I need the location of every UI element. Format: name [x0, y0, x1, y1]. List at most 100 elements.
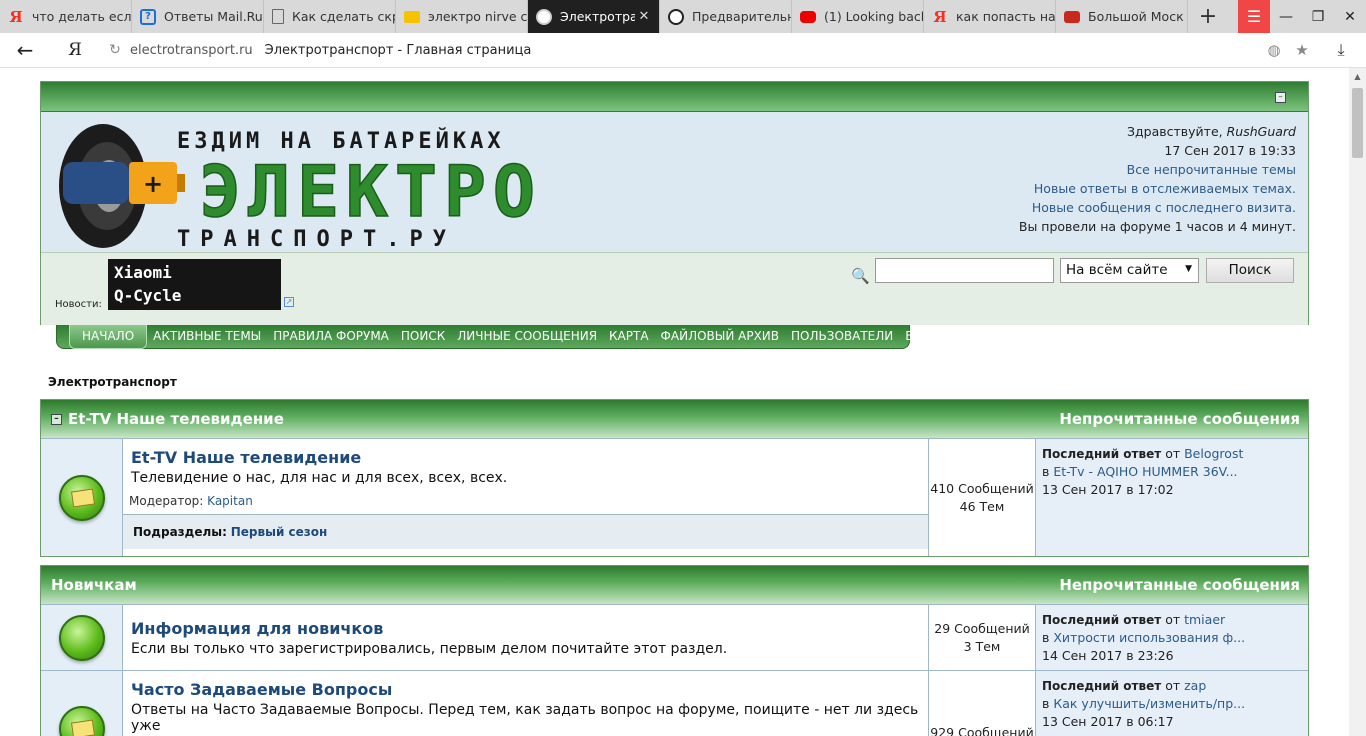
link-unread-topics[interactable]: Все непрочитанные темы — [1127, 162, 1296, 177]
forum-name[interactable]: Et-TV Наше телевидение — [123, 439, 928, 467]
forum-row: Часто Задаваемые Вопросы Ответы на Часто… — [41, 670, 1308, 736]
browser-tab[interactable]: ? Ответы Mail.Ru: — [132, 0, 264, 33]
category-header: Новичкам Непрочитанные сообщения — [41, 566, 1308, 604]
nav-map[interactable]: КАРТА — [603, 325, 655, 349]
soccer-ball-icon — [536, 8, 552, 25]
last-post-topic[interactable]: Хитрости использования ф... — [1053, 630, 1245, 645]
star-icon[interactable]: ★ — [1288, 41, 1316, 59]
forum-header: – + ЕЗДИМ НА БАТАРЕЙКАХ ЭЛЕКТРО ТРАНСПОР… — [40, 81, 1309, 325]
yandex-icon: Я — [933, 7, 947, 26]
window-controls: ☰ — ❐ ✕ — [1238, 0, 1366, 33]
scroll-up-icon[interactable]: ▲ — [1349, 68, 1366, 85]
document-icon — [272, 9, 284, 24]
post-count: 929 Сообщений — [930, 725, 1034, 736]
last-post-topic[interactable]: Et-Tv - AQIHO HUMMER 36V... — [1053, 464, 1237, 479]
site-logo[interactable]: + ЕЗДИМ НА БАТАРЕЙКАХ ЭЛЕКТРО ТРАНСПОРТ.… — [55, 120, 545, 250]
reload-icon[interactable]: ↻ — [100, 42, 130, 58]
download-icon[interactable]: ⤓ — [1316, 40, 1366, 60]
search-icon: 🔍 — [851, 267, 870, 285]
nav-logout[interactable]: ВЫХОД — [899, 325, 957, 349]
forum-status-new-icon — [58, 705, 105, 736]
category-et-tv: – Et-TV Наше телевидение Непрочитанные со… — [40, 399, 1309, 557]
forum-status-new-icon — [58, 474, 105, 521]
protect-icon[interactable]: ◍ — [1260, 41, 1288, 59]
user-info: Здравствуйте, RushGuard 17 Сен 2017 в 19… — [1019, 122, 1296, 236]
nav-rules[interactable]: ПРАВИЛА ФОРУМА — [267, 325, 395, 349]
link-watched-replies[interactable]: Новые ответы в отслеживаемых темах. — [1034, 181, 1296, 196]
browser-tab[interactable]: Как сделать скр — [264, 0, 396, 33]
unread-messages-link[interactable]: Непрочитанные сообщения — [1059, 576, 1300, 594]
nav-home[interactable]: НАЧАЛО — [69, 324, 148, 349]
current-datetime: 17 Сен 2017 в 19:33 — [1164, 143, 1296, 158]
search-scope-select[interactable]: На всём сайте ▼ — [1060, 258, 1199, 283]
folder-icon — [404, 10, 420, 23]
search-input[interactable] — [875, 258, 1054, 283]
greeting: Здравствуйте, — [1127, 124, 1223, 139]
collapse-icon[interactable]: – — [51, 413, 62, 425]
chevron-down-icon: ▼ — [1185, 264, 1192, 274]
last-post: Последний ответ от Belogrost в Et-Tv - A… — [1036, 439, 1308, 556]
yandex-icon: Я — [9, 7, 23, 26]
browser-tab[interactable]: (1) Looking back — [792, 0, 924, 33]
yandex-icon[interactable]: Я — [50, 40, 100, 60]
moderator-link[interactable]: Kapitan — [207, 494, 253, 508]
restore-icon[interactable]: ❐ — [1302, 0, 1334, 33]
forum-status-icon — [58, 614, 105, 661]
browser-tab[interactable]: электро nirve са — [396, 0, 528, 33]
main-nav: НАЧАЛО АКТИВНЫЕ ТЕМЫ ПРАВИЛА ФОРУМА ПОИС… — [56, 324, 951, 349]
scroll-thumb[interactable] — [1352, 88, 1363, 158]
nav-file-archive[interactable]: ФАЙЛОВЫЙ АРХИВ — [655, 325, 785, 349]
back-arrow-icon[interactable]: ← — [0, 38, 50, 62]
nav-search[interactable]: ПОИСК — [395, 325, 451, 349]
news-banner[interactable]: Xiaomi Q-Cycle — [108, 259, 281, 310]
category-title[interactable]: Et-TV Наше телевидение — [68, 410, 284, 428]
header-bar: – — [41, 82, 1308, 112]
browser-tab-active[interactable]: Электротранс✕ — [528, 0, 660, 33]
last-post-user[interactable]: Belogrost — [1184, 446, 1243, 461]
bookmark-icon — [1064, 10, 1080, 23]
new-tab-icon[interactable]: + — [1188, 0, 1228, 33]
breadcrumb[interactable]: Электротранспорт — [48, 375, 177, 389]
collapse-icon[interactable]: – — [1275, 92, 1286, 103]
browser-tab[interactable]: Ячто делать если — [0, 0, 132, 33]
post-count: 410 Сообщений — [930, 480, 1034, 496]
browser-tab[interactable]: Предварительн — [660, 0, 792, 33]
close-tab-icon[interactable]: ✕ — [635, 9, 653, 24]
unread-messages-link[interactable]: Непрочитанные сообщения — [1059, 410, 1300, 428]
username[interactable]: RushGuard — [1227, 124, 1296, 139]
url-text[interactable]: electrotransport.ru — [130, 43, 253, 58]
minimize-icon[interactable]: — — [1270, 0, 1302, 33]
battery-icon — [63, 162, 129, 204]
forum-name[interactable]: Часто Задаваемые Вопросы — [123, 671, 928, 699]
topic-count: 46 Тем — [959, 498, 1005, 514]
nav-active-topics[interactable]: АКТИВНЫЕ ТЕМЫ — [147, 325, 267, 349]
subforum-link[interactable]: Первый сезон — [231, 525, 328, 539]
browser-tab[interactable]: Якак попасть на — [924, 0, 1056, 33]
last-post-user[interactable]: tmiaer — [1184, 612, 1225, 627]
last-post-date: 14 Сен 2017 в 23:26 — [1042, 648, 1174, 663]
forum-stats: 929 Сообщений — [929, 671, 1036, 736]
category-title[interactable]: Новичкам — [51, 576, 137, 594]
forum-row: Информация для новичков Если вы только ч… — [41, 604, 1308, 670]
forum-name[interactable]: Информация для новичков — [123, 605, 928, 638]
category-header: – Et-TV Наше телевидение Непрочитанные со… — [41, 400, 1308, 438]
post-count: 29 Сообщений — [934, 620, 1030, 636]
vertical-scrollbar[interactable]: ▲ — [1349, 68, 1366, 736]
address-bar: ← Я ↻ electrotransport.ru Электротранспо… — [0, 33, 1366, 68]
nav-messages[interactable]: ЛИЧНЫЕ СООБЩЕНИЯ — [451, 325, 603, 349]
external-link-icon[interactable]: ↗ — [284, 297, 294, 307]
search-button[interactable]: Поиск — [1206, 258, 1294, 283]
last-post-topic[interactable]: Как улучшить/изменить/пр... — [1053, 696, 1245, 711]
close-window-icon[interactable]: ✕ — [1334, 0, 1366, 33]
link-new-since-visit[interactable]: Новые сообщения с последнего визита. — [1032, 200, 1296, 215]
page-title-text[interactable]: Электротранспорт - Главная страница — [265, 43, 532, 58]
last-post-user[interactable]: zap — [1184, 678, 1206, 693]
category-novice: Новичкам Непрочитанные сообщения Информа… — [40, 565, 1309, 736]
menu-icon[interactable]: ☰ — [1238, 0, 1270, 33]
last-post: Последний ответ от tmiaer в Хитрости исп… — [1036, 605, 1308, 670]
nav-users[interactable]: ПОЛЬЗОВАТЕЛИ — [785, 325, 899, 349]
forum-description: Если вы только что зарегистрировались, п… — [131, 641, 728, 657]
forum-stats: 29 Сообщений 3 Тем — [929, 605, 1036, 670]
browser-tab[interactable]: Большой Моск — [1056, 0, 1188, 33]
time-spent: Вы провели на форуме 1 часов и 4 минут. — [1018, 219, 1296, 234]
